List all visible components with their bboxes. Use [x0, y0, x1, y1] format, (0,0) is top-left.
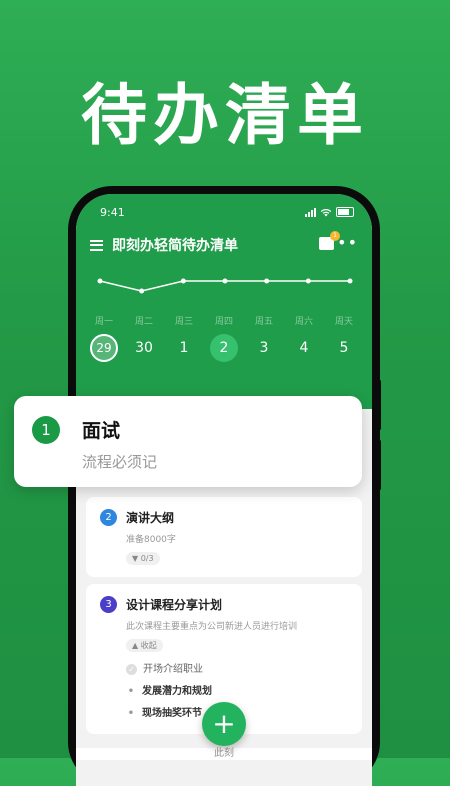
- collapse-button[interactable]: ▲ 收起: [126, 639, 163, 652]
- phone-screen: 9:41 即刻办轻简待办清单 1 ••• 周一 29 周二 30 周三 1 周四 2 周五 3 周六…: [76, 194, 372, 786]
- check-icon[interactable]: ✓: [126, 664, 137, 675]
- status-time: 9:41: [100, 206, 125, 219]
- trend-point-1: [139, 288, 145, 294]
- task-index-badge: 2: [100, 509, 117, 526]
- bullet-icon: •: [127, 708, 135, 719]
- task-note: 流程必须记: [82, 453, 158, 471]
- day-1[interactable]: 周二 30: [124, 314, 164, 362]
- task-title: 设计课程分享计划: [126, 598, 223, 612]
- subtask-item[interactable]: ✓ 开场介绍职业: [126, 660, 203, 675]
- date-number[interactable]: 3: [250, 334, 278, 362]
- task-card-1-highlight[interactable]: 1 面试 流程必须记: [14, 396, 362, 487]
- app-bar: 即刻办轻简待办清单 1 •••: [90, 231, 358, 258]
- task-title: 面试: [82, 420, 121, 442]
- day-0[interactable]: 周一 29: [84, 314, 124, 362]
- task-card-2[interactable]: 2 演讲大纲 准备8000字 ▼ 0/3: [86, 497, 362, 577]
- subtask-label: 开场介绍职业: [143, 664, 203, 675]
- weekday-label: 周六: [294, 317, 313, 327]
- date-number[interactable]: 4: [290, 334, 318, 362]
- trend-point-2: [180, 278, 186, 284]
- status-bar: 9:41: [100, 206, 354, 222]
- subtask-progress: 0/3: [140, 554, 154, 563]
- add-task-button[interactable]: +: [202, 702, 246, 746]
- collapse-label: 收起: [140, 641, 157, 650]
- date-number[interactable]: 29: [90, 334, 118, 362]
- trend-point-5: [305, 278, 311, 284]
- date-number[interactable]: 1: [170, 334, 198, 362]
- task-note: 此次课程主要重点为公司新进人员进行培训: [126, 622, 298, 632]
- battery-icon: [336, 207, 354, 217]
- week-strip: 周一 29 周二 30 周三 1 周四 2 周五 3 周六 4 周天 5: [84, 314, 364, 362]
- weekday-label: 周四: [214, 317, 233, 327]
- more-icon[interactable]: •••: [327, 235, 358, 251]
- day-3[interactable]: 周四 2: [204, 314, 244, 362]
- bottom-tab-bar: 此刻: [76, 748, 372, 760]
- day-4[interactable]: 周五 3: [244, 314, 284, 362]
- trend-point-6: [347, 278, 353, 284]
- weekday-label: 周天: [334, 317, 353, 327]
- bullet-icon: •: [127, 686, 135, 697]
- app-title: 即刻办轻简待办清单: [112, 238, 238, 254]
- tab-center-label[interactable]: 此刻: [214, 744, 234, 759]
- task-index-badge: 1: [32, 416, 60, 444]
- status-icons: [305, 207, 354, 217]
- subtask-label: 发展潜力和规划: [142, 686, 212, 697]
- trend-point-0: [97, 278, 103, 284]
- menu-icon[interactable]: [90, 240, 103, 251]
- date-number[interactable]: 2: [210, 334, 238, 362]
- wifi-icon: [320, 209, 332, 217]
- task-index-badge: 3: [100, 596, 117, 613]
- day-6[interactable]: 周天 5: [324, 314, 364, 362]
- signal-icon: [305, 208, 316, 217]
- date-number[interactable]: 30: [130, 334, 158, 362]
- day-2[interactable]: 周三 1: [164, 314, 204, 362]
- trend-point-4: [264, 278, 270, 284]
- trend-point-3: [222, 278, 228, 284]
- weekday-label: 周三: [174, 317, 193, 327]
- weekday-label: 周二: [134, 317, 153, 327]
- subtask-item[interactable]: • 现场抽奖环节: [126, 704, 202, 719]
- subtask-label: 现场抽奖环节: [142, 708, 202, 719]
- subtask-progress-pill[interactable]: ▼ 0/3: [126, 552, 160, 565]
- task-title: 演讲大纲: [126, 511, 175, 525]
- day-5[interactable]: 周六 4: [284, 314, 324, 362]
- hero-title: 待办清单: [81, 77, 369, 154]
- weekly-trend-line: [97, 278, 353, 294]
- weekday-label: 周一: [94, 317, 113, 327]
- weekday-label: 周五: [254, 317, 273, 327]
- subtask-item[interactable]: • 发展潜力和规划: [126, 682, 212, 697]
- date-number[interactable]: 5: [330, 334, 358, 362]
- task-note: 准备8000字: [126, 535, 176, 545]
